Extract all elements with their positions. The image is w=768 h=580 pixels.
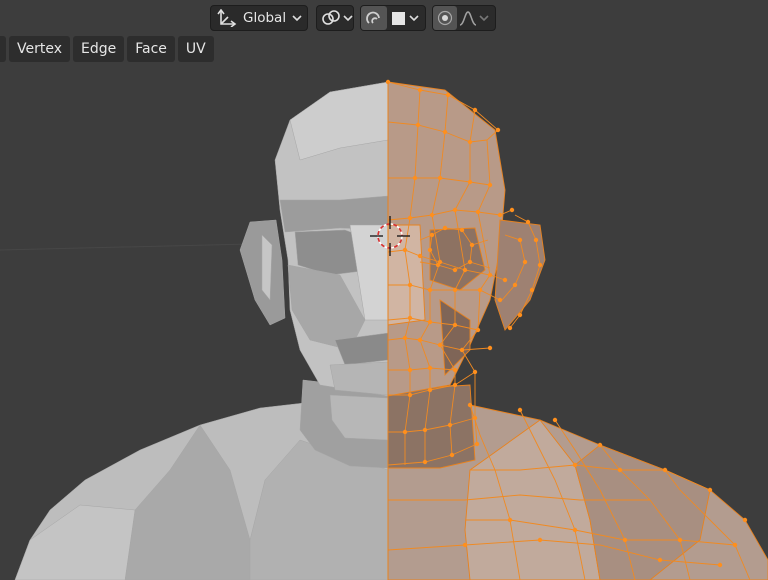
- snap-magnet-icon[interactable]: [361, 6, 387, 30]
- mesh-left-half: [14, 81, 389, 580]
- chevron-down-icon: [409, 14, 419, 22]
- 3d-viewport[interactable]: Global Vertex Edge Face UV: [0, 0, 768, 580]
- menu-vertex[interactable]: Vertex: [9, 36, 71, 62]
- transform-orientation-dropdown[interactable]: Global: [210, 5, 308, 31]
- mesh-right-half-selected: [387, 81, 768, 580]
- falloff-curve-icon[interactable]: [457, 6, 479, 30]
- transform-axes-icon: [217, 9, 237, 27]
- snapping-group[interactable]: [360, 5, 426, 31]
- link-icon: [321, 9, 341, 27]
- pivot-point-dropdown[interactable]: [316, 5, 354, 31]
- snap-increment-icon[interactable]: [387, 6, 409, 30]
- mesh-render[interactable]: [0, 0, 768, 580]
- proportional-edit-icon[interactable]: [433, 6, 457, 30]
- menu-uv[interactable]: UV: [177, 36, 214, 62]
- menu-select[interactable]: [0, 36, 6, 62]
- chevron-down-icon: [343, 14, 353, 22]
- menu-edge[interactable]: Edge: [73, 36, 125, 62]
- proportional-editing-group[interactable]: [432, 5, 496, 31]
- menu-face[interactable]: Face: [127, 36, 175, 62]
- chevron-down-icon: [479, 14, 489, 22]
- transform-orientation-value: Global: [243, 10, 287, 26]
- mesh-menu-bar: Vertex Edge Face UV: [0, 36, 214, 62]
- chevron-down-icon: [292, 14, 302, 22]
